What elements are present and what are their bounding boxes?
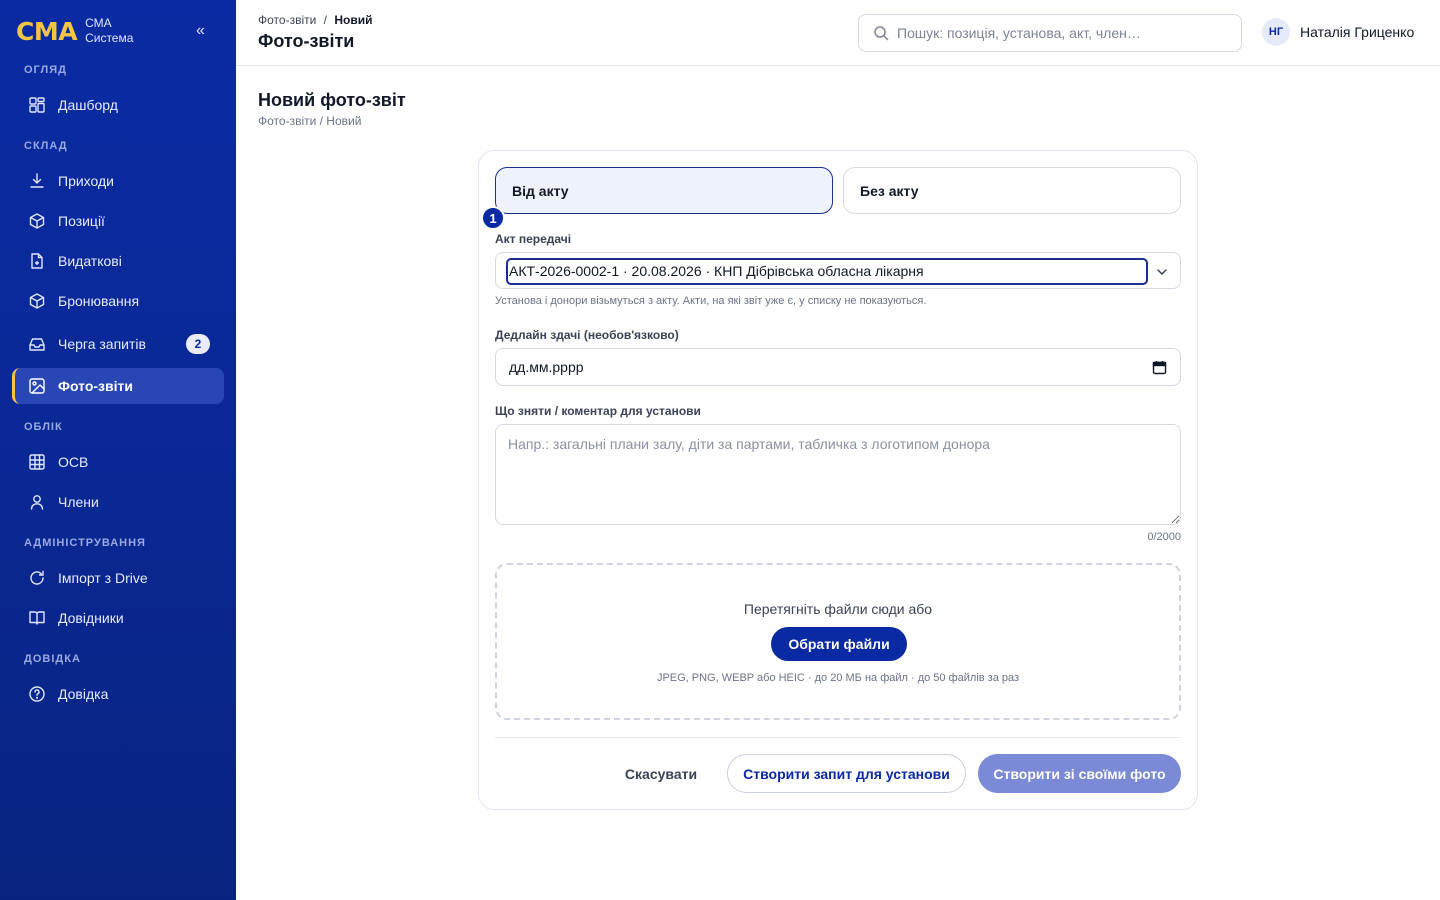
sidebar-item-label: Довідка	[58, 686, 109, 702]
section-accounting: ОБЛІК	[24, 421, 63, 433]
brand-line1: СМА	[85, 16, 112, 30]
avatar[interactable]: НГ	[1262, 18, 1290, 46]
book-icon	[29, 611, 45, 625]
user-name[interactable]: Наталія Гриценко	[1300, 24, 1414, 40]
user-menu[interactable]: НГ Наталія Гриценко	[1262, 18, 1414, 46]
sidebar-item-expenses[interactable]: Видаткові	[12, 243, 224, 279]
sidebar-item-osv[interactable]: ОСВ	[12, 444, 224, 480]
box-icon	[29, 293, 45, 309]
act-hint: Установа і донори візьмуться з акту. Акт…	[495, 295, 927, 307]
sidebar-item-label: Приходи	[58, 173, 114, 189]
page-title: Фото-звіти	[258, 31, 355, 51]
content-breadcrumb: Фото-звіти / Новий	[258, 114, 362, 128]
act-select[interactable]: АКТ-2026-0002-1 · 20.08.2026 · КНП Дібрі…	[495, 252, 1181, 289]
sidebar-item-incoming[interactable]: Приходи	[12, 163, 224, 199]
sidebar-item-dashboard[interactable]: Дашборд	[12, 87, 224, 123]
sidebar-item-drive-import[interactable]: Імпорт з Drive	[12, 560, 224, 596]
box-icon	[29, 213, 45, 229]
sidebar-item-label: Дашборд	[58, 97, 118, 113]
sidebar-item-directories[interactable]: Довідники	[12, 600, 224, 636]
breadcrumb-separator: /	[323, 13, 327, 27]
comment-textarea[interactable]	[495, 424, 1181, 525]
comment-counter: 0/2000	[1147, 531, 1181, 543]
act-label: Акт передачі	[495, 232, 572, 246]
section-administration: АДМІНІСТРУВАННЯ	[24, 537, 146, 549]
image-icon	[29, 378, 45, 394]
download-icon	[30, 173, 44, 188]
sidebar-item-request-queue[interactable]: Черга запитів 2	[12, 326, 224, 362]
cancel-button[interactable]: Скасувати	[605, 754, 717, 793]
inbox-icon	[29, 338, 45, 351]
sidebar: СМА СМА Система « ОГЛЯД Дашборд СКЛАД Пр…	[0, 0, 236, 900]
collapse-sidebar-button[interactable]: «	[196, 22, 205, 40]
comment-label: Що зняти / коментар для установи	[495, 404, 701, 418]
create-request-button[interactable]: Створити запит для установи	[727, 754, 966, 793]
brand-line2: Система	[85, 31, 134, 45]
brand[interactable]: СМА СМА Система	[16, 16, 133, 46]
create-with-photos-button[interactable]: Створити зі своїми фото	[978, 754, 1181, 793]
sidebar-item-positions[interactable]: Позиції	[12, 203, 224, 239]
queue-count-badge: 2	[186, 334, 210, 354]
sidebar-item-label: Бронювання	[58, 293, 140, 309]
deadline-placeholder: дд.мм.рррр	[509, 359, 584, 375]
sidebar-nav: ОГЛЯД Дашборд СКЛАД Приходи Позиції Вида…	[0, 62, 236, 712]
dropzone-text: Перетягніть файли сюди або	[743, 601, 933, 617]
user-icon	[30, 495, 44, 510]
sidebar-item-reservations[interactable]: Бронювання	[12, 283, 224, 319]
file-icon	[31, 253, 43, 269]
breadcrumb-parent[interactable]: Фото-звіти	[258, 13, 316, 27]
deadline-label: Дедлайн здачі (необов'язково)	[495, 328, 679, 342]
sidebar-item-label: Імпорт з Drive	[58, 570, 148, 586]
table-icon	[29, 454, 45, 470]
search-input[interactable]	[897, 25, 1227, 41]
sidebar-item-members[interactable]: Члени	[12, 484, 224, 520]
deadline-date-input[interactable]: дд.мм.рррр	[495, 348, 1181, 386]
breadcrumb-current: Новий	[334, 13, 373, 27]
help-icon	[29, 686, 45, 702]
section-warehouse: СКЛАД	[24, 140, 68, 152]
sidebar-item-label: Позиції	[58, 213, 105, 229]
step-indicator: 1	[481, 206, 505, 230]
search-box[interactable]	[858, 14, 1242, 52]
search-icon	[874, 26, 889, 41]
choose-files-button[interactable]: Обрати файли	[771, 627, 907, 661]
sidebar-item-label: Черга запитів	[58, 336, 146, 352]
act-select-value[interactable]: АКТ-2026-0002-1 · 20.08.2026 · КНП Дібрі…	[506, 258, 1148, 285]
tab-without-act[interactable]: Без акту	[843, 167, 1181, 214]
section-help: ДОВІДКА	[24, 653, 81, 665]
sidebar-item-photo-reports[interactable]: Фото-звіти	[12, 368, 224, 404]
chevron-down-icon	[1157, 269, 1167, 276]
tab-with-act[interactable]: Від акту	[495, 167, 833, 214]
sidebar-item-label: ОСВ	[58, 454, 89, 470]
calendar-icon[interactable]	[1152, 360, 1167, 375]
file-dropzone[interactable]: Перетягніть файли сюди або Обрати файли …	[495, 563, 1181, 720]
divider	[495, 737, 1181, 738]
dropzone-hint: JPEG, PNG, WEBP або HEIC · до 20 МБ на ф…	[656, 672, 1020, 684]
refresh-icon	[30, 570, 44, 585]
breadcrumb: Фото-звіти / Новий	[258, 13, 372, 27]
section-overview: ОГЛЯД	[24, 64, 67, 76]
brand-logo: СМА	[16, 16, 78, 46]
brand-text: СМА Система	[85, 16, 133, 46]
dashboard-icon	[29, 97, 45, 113]
photo-report-form: Від акту Без акту 1 Акт передачі АКТ-202…	[478, 150, 1198, 810]
sidebar-item-label: Видаткові	[58, 253, 122, 269]
sidebar-item-label: Довідники	[58, 610, 124, 626]
sidebar-item-label: Фото-звіти	[58, 378, 133, 394]
sidebar-item-help[interactable]: Довідка	[12, 676, 224, 712]
content-title: Новий фото-звіт	[258, 90, 406, 110]
sidebar-item-label: Члени	[58, 494, 99, 510]
top-header: Фото-звіти / Новий Фото-звіти НГ Наталія…	[236, 0, 1440, 66]
